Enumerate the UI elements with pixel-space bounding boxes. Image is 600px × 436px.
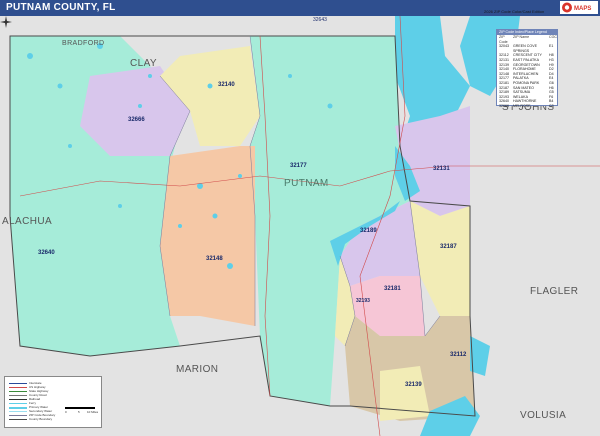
county-label-bradford: BRADFORD bbox=[62, 40, 105, 47]
map-title: PUTNAM COUNTY, FL bbox=[6, 2, 116, 13]
zip-label: 32148 bbox=[206, 256, 223, 262]
zip-label: 32187 bbox=[440, 244, 457, 250]
zip-label: 32643 bbox=[313, 17, 327, 23]
key-line-primary-water bbox=[9, 407, 27, 409]
legend-row: 32666 MELROSE C3 bbox=[499, 103, 554, 108]
zip-label: 32181 bbox=[384, 286, 401, 292]
legend-col-code: ZIP Code bbox=[499, 35, 508, 44]
title-bar: PUTNAM COUNTY, FL 2026 ZIP Code Color/Ca… bbox=[0, 0, 600, 16]
county-label-marion: MARION bbox=[176, 364, 219, 375]
key-line-secondary-water bbox=[9, 411, 27, 412]
scale-label-10: 10 Miles bbox=[87, 410, 99, 414]
legend-col-name: ZIP Name bbox=[513, 35, 530, 39]
county-label-putnam: PUTNAM bbox=[284, 178, 329, 189]
zip-label: 32189 bbox=[360, 228, 377, 234]
scale-bar bbox=[65, 407, 95, 409]
key-line-us-highway bbox=[9, 387, 27, 388]
edition-text: 2026 ZIP Code Color/Cast Edition bbox=[484, 9, 545, 14]
zip-label: 32666 bbox=[128, 117, 145, 123]
key-line-railroad bbox=[9, 399, 27, 400]
county-label-clay: CLAY bbox=[130, 58, 157, 69]
key-label: County Boundary bbox=[29, 417, 53, 421]
legend-col-grid: CGC bbox=[549, 35, 557, 39]
zip-legend: ZIP Code Index/Place Legend ZIP Code ZIP… bbox=[496, 29, 558, 108]
compass-rose-icon bbox=[0, 16, 12, 28]
key-line-state-highway bbox=[9, 391, 27, 392]
key-line-interstate bbox=[9, 383, 27, 384]
county-label-alachua: ALACHUA bbox=[2, 216, 53, 227]
legend-row: 32043 GREEN COVE SPRINGS E1 bbox=[499, 44, 554, 53]
county-label-flagler: FLAGLER bbox=[530, 286, 579, 297]
publisher-logo: MAPS bbox=[560, 1, 598, 14]
zip-label: 32193 bbox=[356, 298, 370, 304]
zip-label: 32131 bbox=[433, 166, 450, 172]
county-label-volusia: VOLUSIA bbox=[520, 410, 567, 421]
key-line-ferry bbox=[9, 403, 27, 404]
logo-text: MAPS bbox=[574, 6, 591, 12]
map-key: Interstate US Highway State Highway Coun… bbox=[4, 376, 102, 428]
zip-label: 32112 bbox=[450, 352, 467, 358]
map-canvas[interactable]: BRADFORD CLAY ST JOHNS ALACHUA PUTNAM FL… bbox=[0, 16, 600, 436]
legend-column-headers: ZIP Code ZIP Name CGC bbox=[497, 35, 557, 44]
zip-label: 32177 bbox=[290, 163, 307, 169]
scale-label-0: 0 bbox=[65, 410, 67, 414]
key-line-county-road bbox=[9, 395, 27, 396]
zip-label: 32139 bbox=[405, 382, 422, 388]
zip-label: 32140 bbox=[218, 82, 235, 88]
key-line-zip-boundary bbox=[9, 415, 27, 416]
key-line-county-boundary bbox=[9, 419, 27, 420]
zip-label: 32640 bbox=[38, 250, 55, 256]
scale-label-5: 5 bbox=[78, 410, 80, 414]
